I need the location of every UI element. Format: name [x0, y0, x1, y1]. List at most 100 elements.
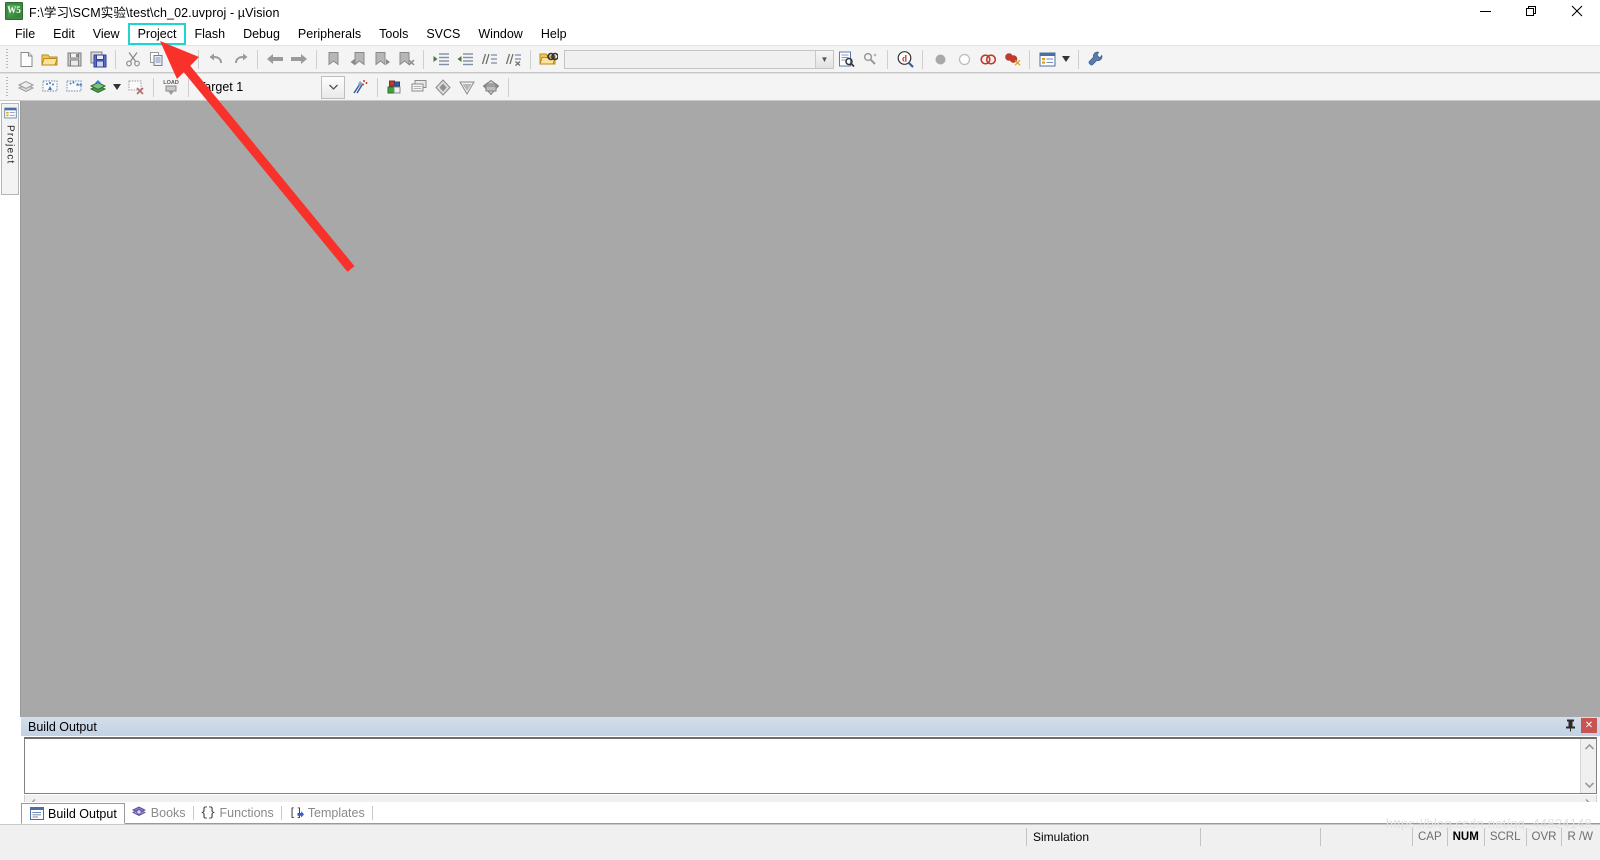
bottom-tab-bar: Build Output Books {} Functions [] Templ…	[21, 802, 1600, 824]
navigate-forward-icon[interactable]	[288, 48, 310, 70]
bookmark-toggle-icon[interactable]	[323, 48, 345, 70]
chevron-down-icon[interactable]: ▼	[815, 50, 833, 68]
chevron-down-icon[interactable]	[1060, 48, 1072, 70]
indent-right-icon[interactable]	[430, 48, 452, 70]
copy-icon[interactable]	[146, 48, 168, 70]
title-bar: W5 F:\学习\SCM实验\test\ch_02.uvproj - µVisi…	[0, 0, 1600, 22]
status-flag-num: NUM	[1446, 828, 1484, 846]
target-select[interactable]: Target 1	[198, 76, 318, 98]
breakpoint-kill-all-icon[interactable]: ✕	[1001, 48, 1023, 70]
minimize-icon[interactable]	[1462, 0, 1508, 22]
redo-icon[interactable]	[229, 48, 251, 70]
bookmark-clear-icon[interactable]	[395, 48, 417, 70]
pack-installer-icon[interactable]	[432, 76, 454, 98]
find-in-files-icon[interactable]	[537, 48, 559, 70]
new-file-icon[interactable]	[15, 48, 37, 70]
find-combo[interactable]: ▼	[564, 49, 834, 69]
bookmark-next-icon[interactable]	[371, 48, 393, 70]
build-output-vertical-scrollbar[interactable]	[1580, 739, 1596, 793]
menu-item-view[interactable]: View	[84, 24, 129, 44]
comment-icon[interactable]	[478, 48, 500, 70]
find-icon[interactable]	[835, 48, 857, 70]
chevron-down-icon[interactable]	[1581, 777, 1597, 793]
chevron-up-icon[interactable]	[1581, 739, 1597, 755]
books-icon	[132, 806, 147, 820]
menu-item-peripherals[interactable]: Peripherals	[289, 24, 370, 44]
svg-text:**: **	[76, 82, 83, 91]
window-controls	[1462, 0, 1600, 22]
build-toolbar: ** LOAD Target 1	[0, 73, 1600, 101]
svg-text:✕: ✕	[1013, 58, 1020, 67]
pin-icon[interactable]	[1563, 718, 1577, 733]
breakpoint-enable-icon[interactable]	[953, 48, 975, 70]
toolbar-separator	[198, 49, 199, 69]
menu-item-svcs[interactable]: SVCS	[417, 24, 469, 44]
menu-item-edit[interactable]: Edit	[44, 24, 84, 44]
select-software-packs-icon[interactable]	[480, 76, 502, 98]
tab-label: Templates	[307, 805, 365, 820]
tab-templates[interactable]: [] Templates	[282, 802, 372, 823]
manage-components-icon[interactable]	[384, 76, 406, 98]
tab-books[interactable]: Books	[125, 802, 193, 823]
project-window-icon[interactable]	[1036, 48, 1058, 70]
navigate-back-icon[interactable]	[264, 48, 286, 70]
menu-item-help[interactable]: Help	[532, 24, 576, 44]
tab-label: Functions	[219, 805, 274, 820]
tab-build-output[interactable]: Build Output	[21, 803, 125, 824]
build-output-text-area[interactable]	[24, 737, 1597, 794]
status-flag-ovr: OVR	[1525, 828, 1562, 846]
manage-multi-project-icon[interactable]	[408, 76, 430, 98]
breakpoint-insert-icon[interactable]	[929, 48, 951, 70]
incremental-find-icon[interactable]	[859, 48, 881, 70]
tab-label: Books	[150, 805, 186, 820]
cut-icon[interactable]	[122, 48, 144, 70]
close-icon[interactable]: ✕	[1581, 718, 1597, 733]
menu-item-flash[interactable]: Flash	[185, 24, 234, 44]
manage-run-time-icon[interactable]	[456, 76, 478, 98]
target-options-icon[interactable]	[349, 76, 371, 98]
debug-session-icon[interactable]: d	[894, 48, 916, 70]
sidebar-item-label: Project	[4, 125, 16, 165]
menu-item-project[interactable]: Project	[127, 22, 187, 45]
batch-build-icon[interactable]	[87, 76, 109, 98]
menu-item-tools[interactable]: Tools	[370, 24, 417, 44]
uncomment-icon[interactable]	[502, 48, 524, 70]
toolbar-separator	[1029, 49, 1030, 69]
save-all-icon[interactable]	[87, 48, 109, 70]
tab-functions[interactable]: {} Functions	[194, 802, 281, 823]
project-window-icon	[3, 107, 17, 122]
status-bar: Simulation CAP NUM SCRL OVR R /W	[0, 824, 1600, 860]
menu-item-window[interactable]: Window	[469, 24, 531, 44]
toolbar-separator	[922, 49, 923, 69]
toolbar-grip[interactable]	[3, 77, 12, 97]
svg-text:LOAD: LOAD	[163, 80, 179, 86]
configure-icon[interactable]	[1085, 48, 1107, 70]
status-cell-2	[1200, 828, 1320, 846]
open-file-icon[interactable]	[39, 48, 61, 70]
chevron-down-icon[interactable]	[111, 76, 123, 98]
build-output-title: Build Output	[28, 719, 97, 734]
close-icon[interactable]	[1554, 0, 1600, 22]
save-icon[interactable]	[63, 48, 85, 70]
undo-icon[interactable]	[205, 48, 227, 70]
build-icon[interactable]	[39, 76, 61, 98]
breakpoint-disable-all-icon[interactable]	[977, 48, 999, 70]
target-dropdown-chevron-down-icon[interactable]	[321, 75, 345, 99]
menu-item-file[interactable]: File	[6, 24, 44, 44]
indent-left-icon[interactable]	[454, 48, 476, 70]
toolbar-separator	[153, 77, 154, 97]
translate-icon[interactable]	[15, 76, 37, 98]
paste-icon[interactable]	[170, 48, 192, 70]
editor-client-area[interactable]	[21, 101, 1600, 717]
uvision-window: W5 F:\学习\SCM实验\test\ch_02.uvproj - µVisi…	[0, 0, 1600, 860]
toolbar-grip[interactable]	[3, 49, 12, 69]
restore-icon[interactable]	[1508, 0, 1554, 22]
stop-build-icon[interactable]	[125, 76, 147, 98]
rebuild-icon[interactable]: **	[63, 76, 85, 98]
status-cells: Simulation	[0, 828, 1600, 846]
svg-text:[]: []	[289, 807, 303, 819]
bookmark-prev-icon[interactable]	[347, 48, 369, 70]
download-icon[interactable]: LOAD	[160, 76, 182, 98]
menu-item-debug[interactable]: Debug	[234, 24, 289, 44]
sidebar-item-project[interactable]: Project	[1, 103, 19, 195]
